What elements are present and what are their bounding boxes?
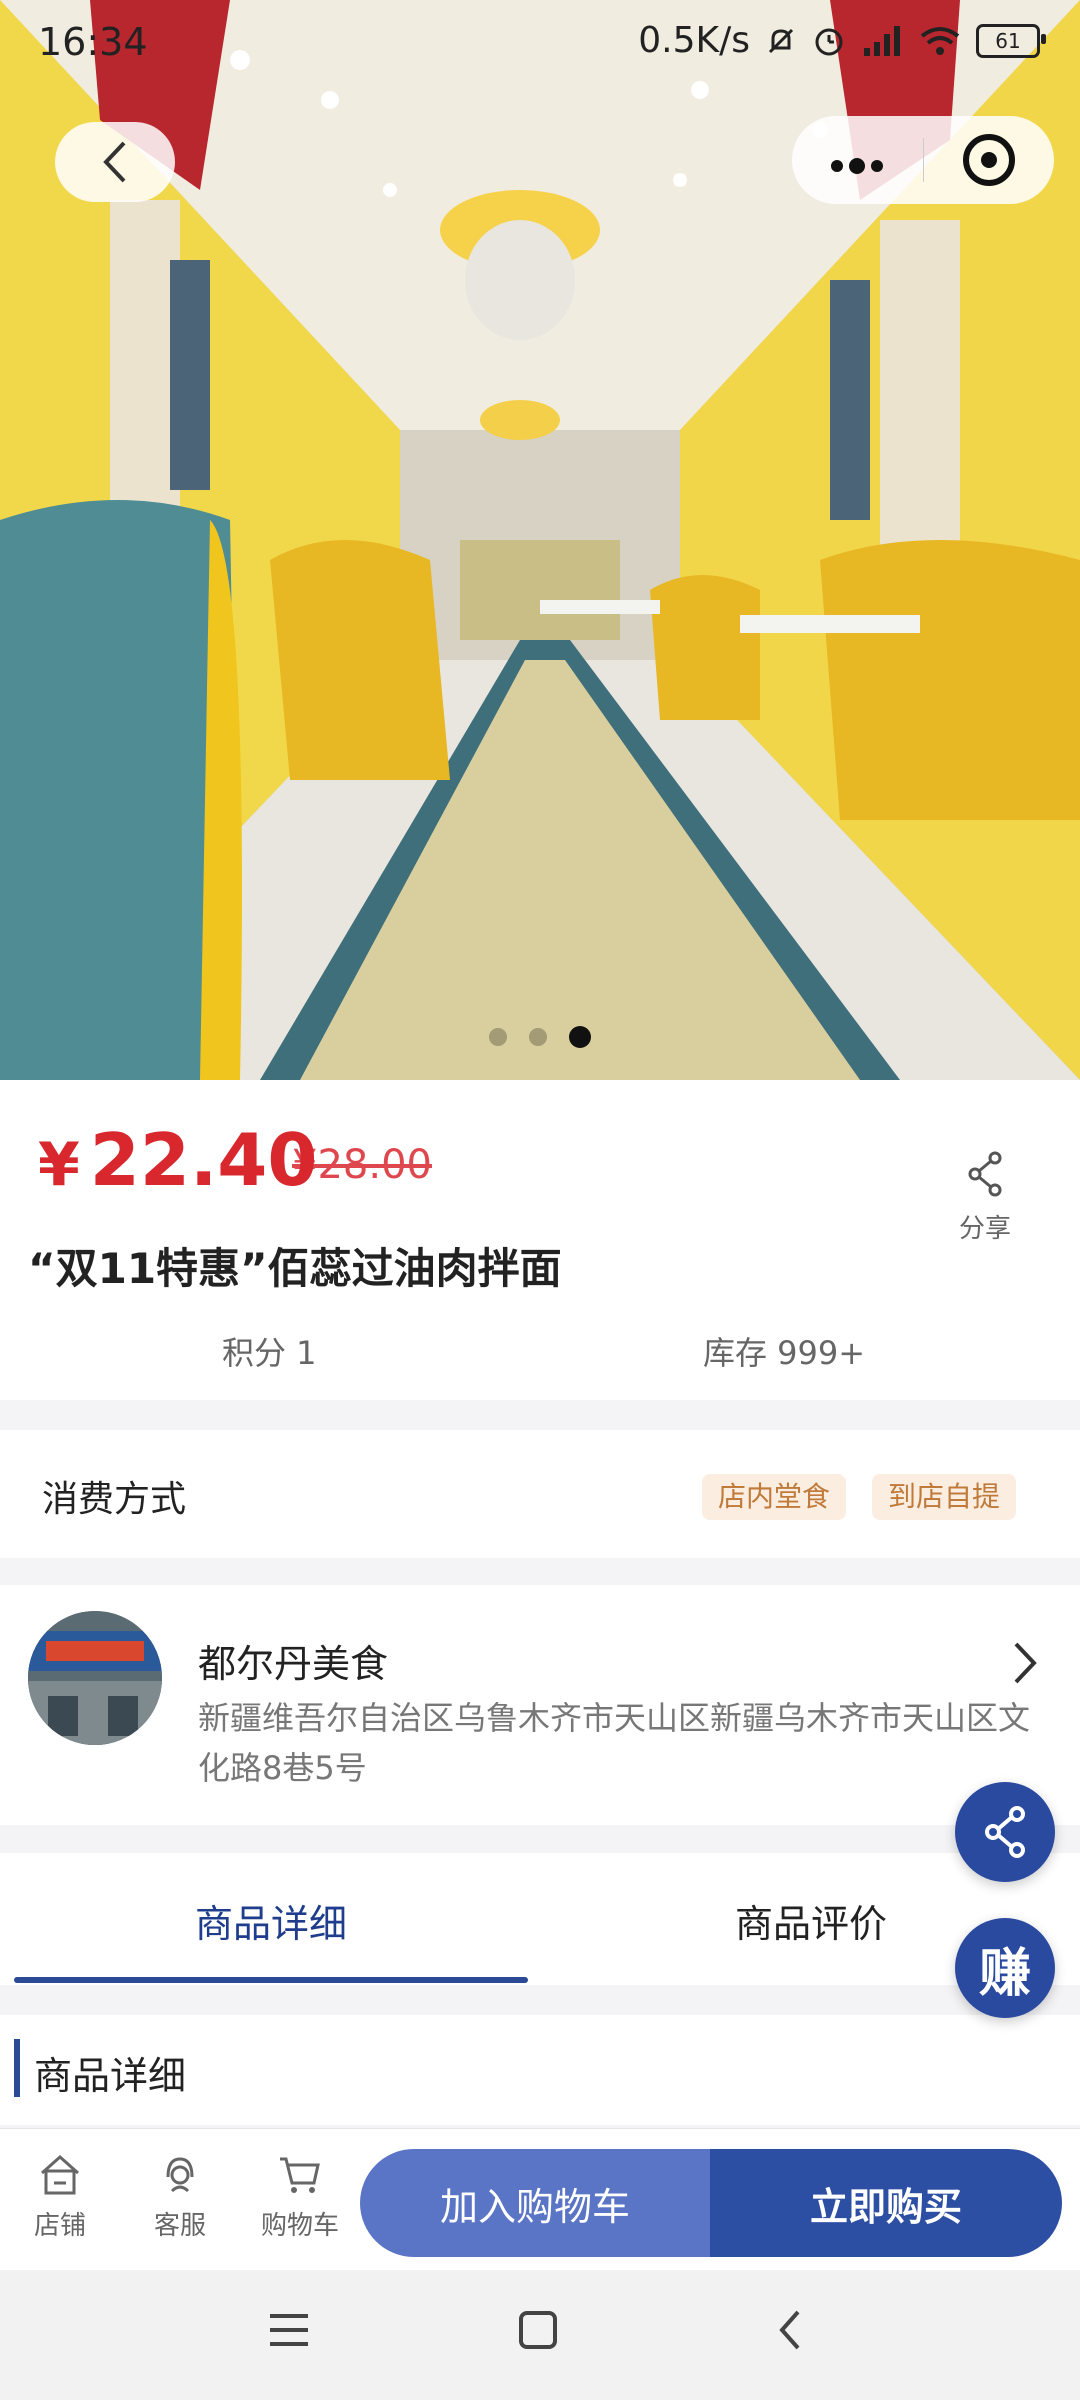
net-speed: 0.5K/s: [638, 20, 750, 61]
target-icon: [962, 134, 1015, 186]
back-arrow-icon: [779, 2310, 800, 2350]
home-button[interactable]: [518, 2310, 558, 2354]
carousel-dot[interactable]: [489, 1028, 507, 1046]
nav-customer-service[interactable]: 客服: [130, 2153, 230, 2242]
alarm-icon: [815, 28, 843, 55]
nav-store[interactable]: 店铺: [10, 2153, 110, 2242]
consumption-method-row: 消费方式 店内堂食 到店自提: [0, 1430, 1080, 1558]
floating-share-button[interactable]: [955, 1782, 1055, 1882]
product-info-card: ¥22.40 ¥28.00 分享 “双11特惠”佰蕊过油肉拌面 积分 1 库存 …: [0, 1080, 1080, 1400]
price-value: 22.40: [89, 1118, 318, 1202]
shop-name: 都尔丹美食: [198, 1642, 389, 1686]
system-back-button[interactable]: [776, 2310, 804, 2354]
active-tab-indicator: [14, 1977, 528, 1983]
sale-price: ¥22.40: [38, 1118, 318, 1202]
shop-address: 新疆维吾尔自治区乌鲁木齐市天山区新疆乌木齐市天山区文化路8巷5号: [198, 1699, 1031, 1787]
chevron-left-icon: [103, 141, 126, 183]
carousel-dot[interactable]: [529, 1028, 547, 1046]
more-dots-icon: [831, 158, 884, 174]
battery-level: 61: [995, 28, 1021, 53]
earn-label: 赚: [978, 1943, 1031, 2004]
carousel-indicator: [0, 1026, 1080, 1048]
home-square-icon: [519, 2311, 557, 2349]
carousel-dot-active[interactable]: [569, 1026, 591, 1048]
points-info: 积分 1: [222, 1334, 317, 1372]
nav-cart-label: 购物车: [260, 2211, 339, 2241]
wifi-icon: [920, 26, 960, 55]
status-icons: 0.5K/s 61: [638, 20, 1046, 61]
hero-image-carousel[interactable]: 16:34 0.5K/s 61: [0, 0, 1080, 1080]
stock-info: 库存 999+: [703, 1334, 866, 1372]
status-bar: 16:34 0.5K/s 61: [0, 0, 1080, 90]
customer-service-icon: [166, 2157, 194, 2193]
bottom-action-bar: 店铺 客服 购物车 加入购物车 立即购买: [0, 2128, 1080, 2271]
original-price: ¥28.00: [292, 1142, 432, 1188]
nav-cart[interactable]: 购物车: [250, 2153, 350, 2242]
tag-dine-in: 店内堂食: [702, 1474, 847, 1520]
share-label: 分享: [958, 1214, 1011, 1244]
battery-indicator: 61: [976, 23, 1046, 58]
product-title: “双11特惠”佰蕊过油肉拌面: [28, 1244, 562, 1293]
more-button[interactable]: [792, 116, 923, 204]
cart-icon: [280, 2157, 320, 2193]
store-icon: [41, 2154, 79, 2195]
miniprogram-capsule: [792, 116, 1054, 204]
nav-store-label: 店铺: [33, 2211, 86, 2241]
consumption-label: 消费方式: [42, 1479, 187, 1520]
tag-pickup: 到店自提: [872, 1474, 1017, 1520]
currency-symbol: ¥: [38, 1130, 80, 1200]
share-button[interactable]: 分享: [950, 1150, 1020, 1245]
detail-tabs: 商品详细 商品评价: [0, 1853, 1080, 1985]
menu-icon: [270, 2314, 308, 2346]
add-to-cart-button[interactable]: 加入购物车: [360, 2149, 710, 2257]
shop-card[interactable]: 都尔丹美食 新疆维吾尔自治区乌鲁木齐市天山区新疆乌木齐市天山区文化路8巷5号: [0, 1585, 1080, 1825]
share-icon: [985, 1806, 1025, 1858]
buy-now-button[interactable]: 立即购买: [710, 2149, 1062, 2257]
recent-apps-button[interactable]: [268, 2310, 310, 2354]
close-miniprogram-button[interactable]: [924, 134, 1055, 186]
signal-icon: [864, 25, 900, 56]
back-button[interactable]: [55, 122, 175, 202]
tab-product-detail[interactable]: 商品详细: [195, 1893, 347, 1948]
detail-section: 商品详细: [0, 2015, 1080, 2125]
nav-customer-service-label: 客服: [153, 2211, 206, 2241]
system-navigation-bar: [0, 2270, 1080, 2400]
section-accent-bar: [14, 2039, 20, 2097]
tab-product-reviews[interactable]: 商品评价: [735, 1893, 887, 1948]
status-time: 16:34: [38, 20, 148, 64]
shop-avatar: [28, 1611, 162, 1745]
share-icon: [968, 1151, 1002, 1197]
chevron-right-icon: [1010, 1640, 1040, 1698]
mute-bell-icon: [768, 28, 794, 53]
earn-button[interactable]: 赚: [955, 1918, 1055, 2018]
detail-section-title: 商品详细: [34, 2054, 187, 2098]
